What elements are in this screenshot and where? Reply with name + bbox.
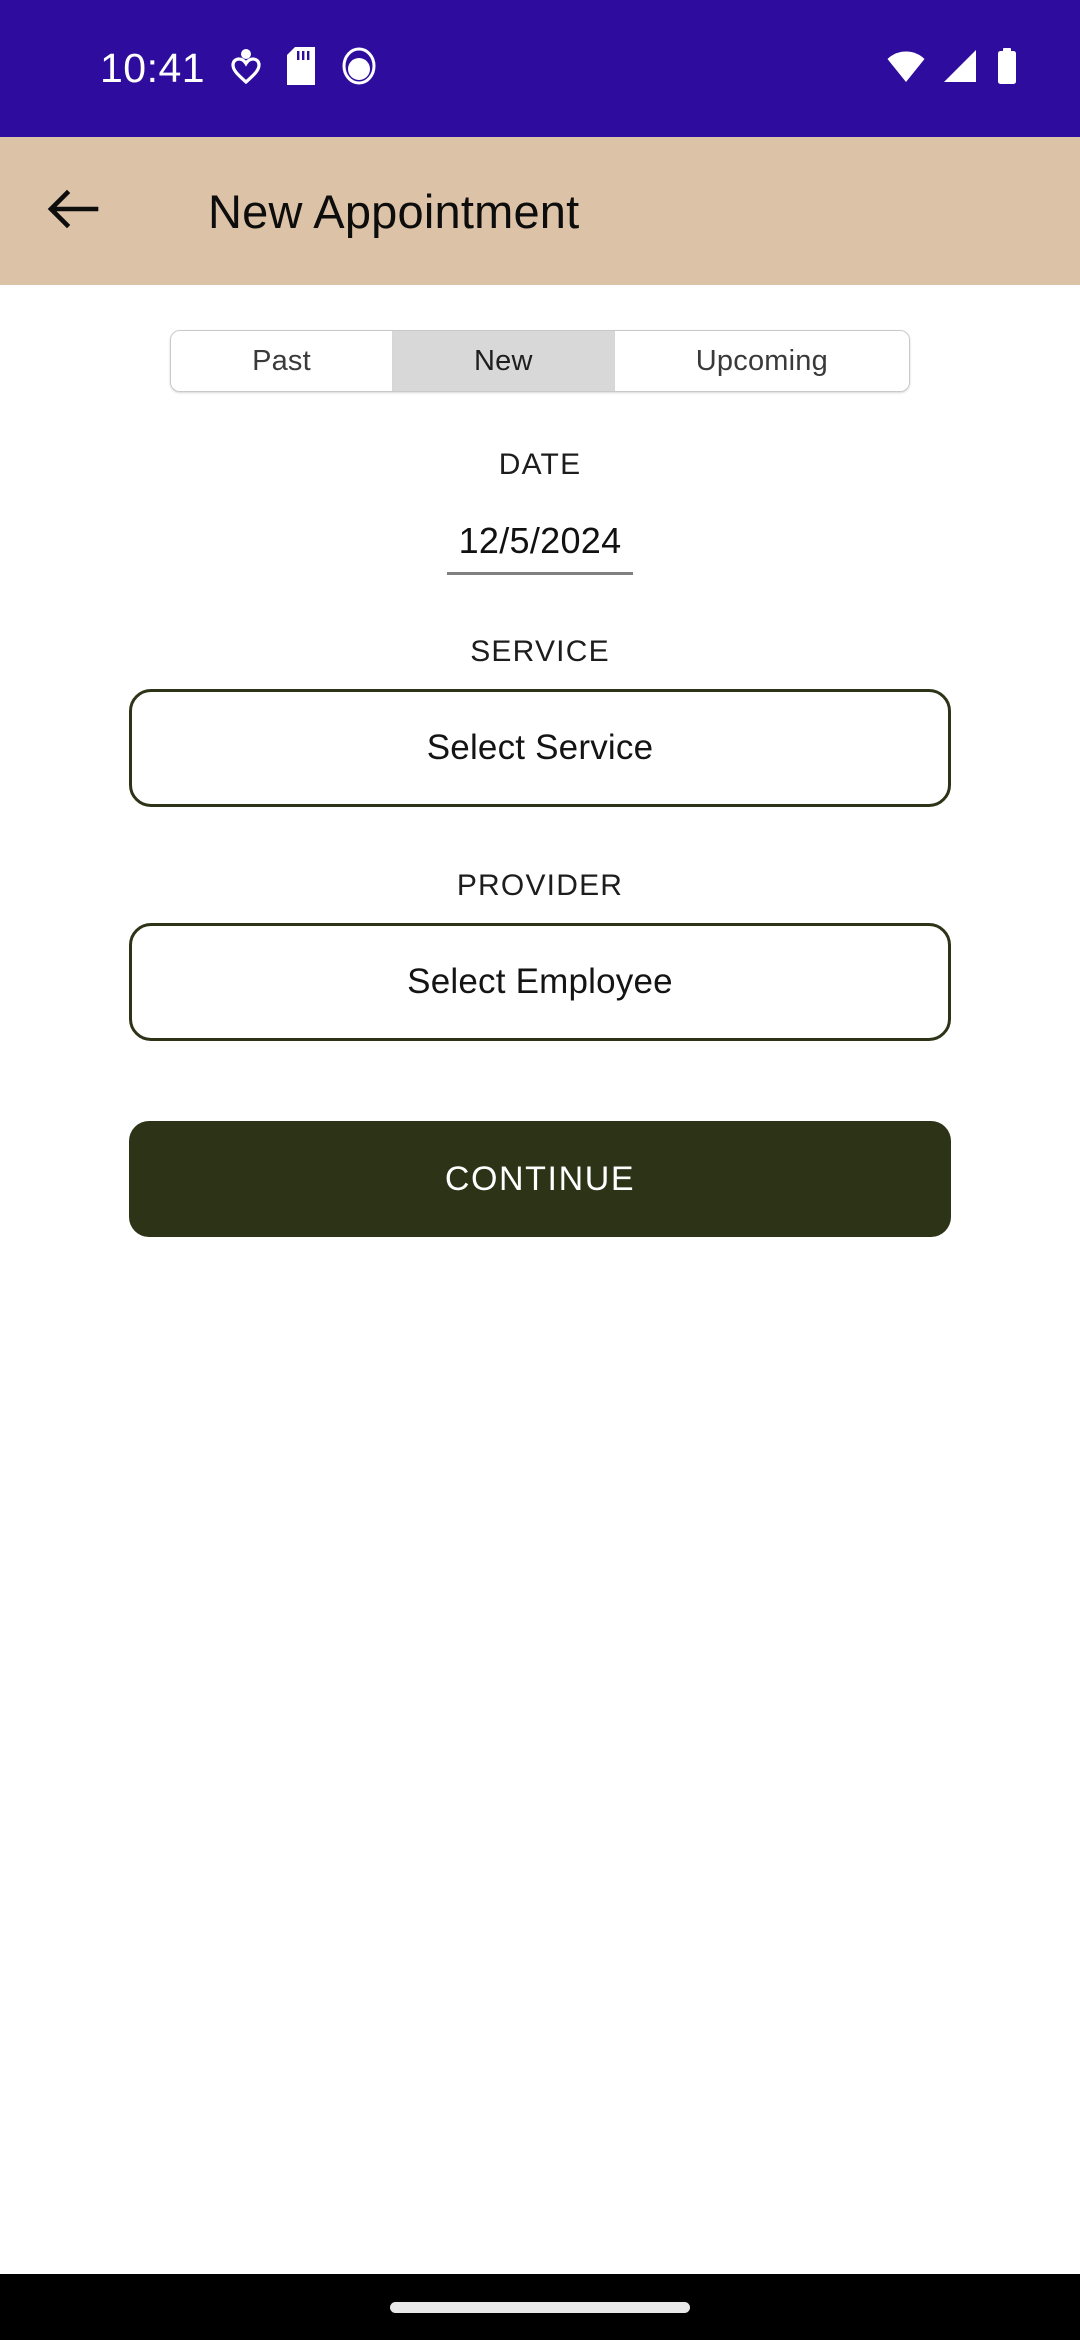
select-service-button[interactable]: Select Service [129,689,951,807]
page-title: New Appointment [208,184,580,238]
tab-new[interactable]: New [392,331,615,391]
tab-past[interactable]: Past [171,331,393,391]
face-icon [341,47,377,90]
select-employee-value: Select Employee [407,962,673,1001]
date-value: 12/5/2024 [458,520,622,561]
service-label: SERVICE [470,635,610,668]
sd-card-icon [287,47,316,90]
select-employee-button[interactable]: Select Employee [129,923,951,1041]
status-bar: 10:41 [0,0,1080,137]
person-heart-icon [231,48,261,89]
back-button[interactable] [30,168,116,254]
select-service-value: Select Service [426,728,654,767]
date-field-group: DATE 12/5/2024 [0,448,1080,575]
cell-signal-icon [942,49,980,88]
battery-icon [996,48,1018,89]
date-input[interactable]: 12/5/2024 [447,520,633,575]
date-label: DATE [498,448,582,481]
continue-button[interactable]: CONTINUE [129,1121,951,1237]
system-navigation-bar [0,2274,1080,2340]
status-bar-right [886,48,1038,89]
service-field-group: SERVICE Select Service [0,635,1080,807]
appointment-tabs[interactable]: Past New Upcoming [170,330,910,392]
phone-screen: 10:41 New Appointment Past New Upcoming … [0,0,1080,2340]
arrow-left-icon [45,181,101,242]
app-bar: New Appointment [0,137,1080,285]
home-indicator[interactable] [390,2301,690,2313]
continue-button-label: CONTINUE [444,1159,636,1198]
tab-upcoming[interactable]: Upcoming [614,331,909,391]
wifi-icon [886,49,926,88]
status-bar-left: 10:41 [0,45,377,92]
provider-field-group: PROVIDER Select Employee [0,869,1080,1041]
status-bar-clock: 10:41 [100,45,206,91]
main-content: Past New Upcoming DATE 12/5/2024 SERVICE… [0,285,1080,2274]
provider-label: PROVIDER [456,869,624,902]
